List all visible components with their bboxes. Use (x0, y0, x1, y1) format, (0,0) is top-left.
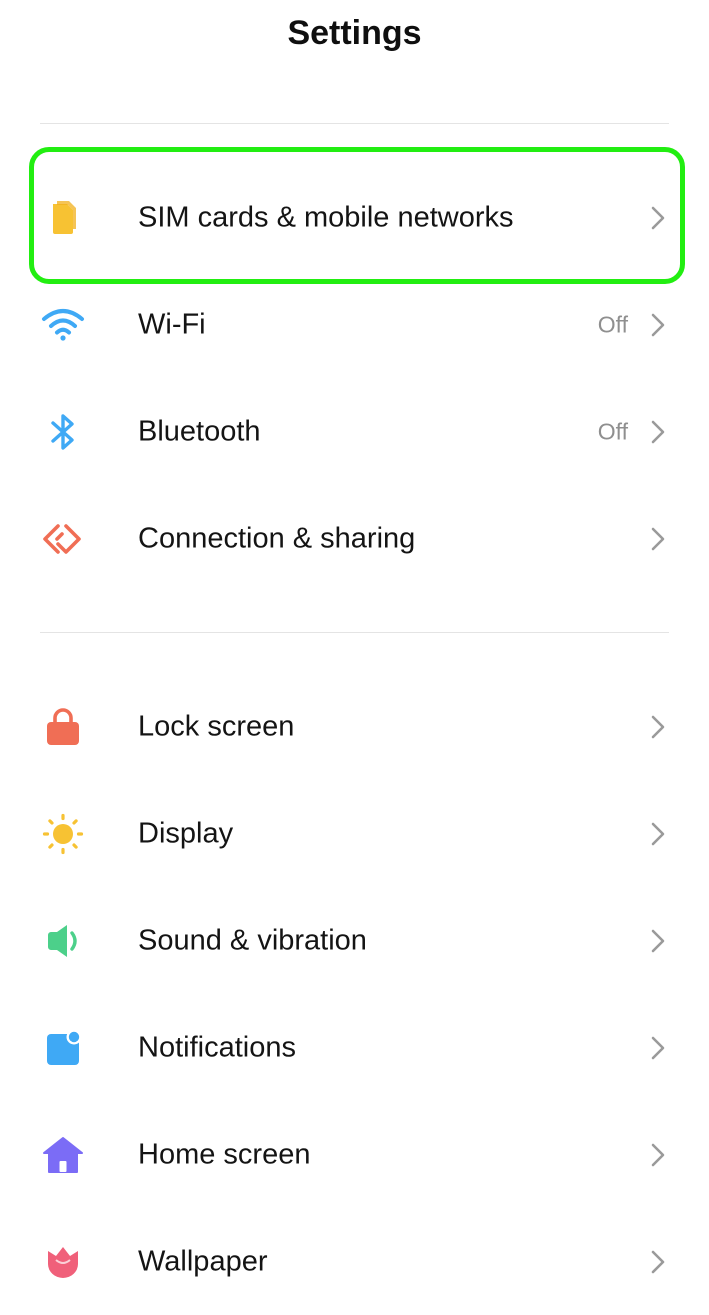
divider-top (40, 123, 669, 124)
settings-item-label: Display (138, 817, 234, 849)
wifi-icon (40, 302, 86, 348)
settings-item-label: Lock screen (138, 710, 295, 742)
settings-item-sound[interactable]: Sound & vibration (0, 887, 709, 994)
chevron-right-icon (647, 417, 669, 447)
settings-item-value: Off (597, 311, 628, 337)
settings-item-value: Off (597, 418, 628, 444)
tulip-icon (40, 1239, 86, 1285)
chevron-right-icon (647, 819, 669, 849)
bluetooth-icon (40, 409, 86, 455)
chevron-right-icon (647, 1140, 669, 1170)
settings-item-label: SIM cards & mobile networks (138, 201, 514, 233)
lock-icon (40, 704, 86, 750)
page-title: Settings (287, 14, 422, 52)
sim-card-icon (40, 195, 86, 241)
settings-item-label: Wi-Fi (138, 308, 206, 340)
home-icon (40, 1132, 86, 1178)
settings-item-wifi[interactable]: Wi-Fi Off (0, 271, 709, 378)
settings-item-connection-sharing[interactable]: Connection & sharing (0, 485, 709, 592)
chevron-right-icon (647, 310, 669, 340)
chevron-right-icon (647, 926, 669, 956)
chevron-right-icon (647, 1033, 669, 1063)
speaker-icon (40, 918, 86, 964)
settings-item-lock-screen[interactable]: Lock screen (0, 673, 709, 780)
chevron-right-icon (647, 203, 669, 233)
settings-item-sim[interactable]: SIM cards & mobile networks (0, 164, 709, 271)
chevron-right-icon (647, 1247, 669, 1277)
sun-icon (40, 811, 86, 857)
settings-item-label: Wallpaper (138, 1245, 268, 1277)
notification-icon (40, 1025, 86, 1071)
settings-item-wallpaper[interactable]: Wallpaper (0, 1208, 709, 1315)
settings-item-label: Connection & sharing (138, 522, 416, 554)
chevron-right-icon (647, 712, 669, 742)
settings-item-home-screen[interactable]: Home screen (0, 1101, 709, 1208)
settings-item-label: Sound & vibration (138, 924, 367, 956)
settings-item-display[interactable]: Display (0, 780, 709, 887)
settings-item-bluetooth[interactable]: Bluetooth Off (0, 378, 709, 485)
settings-item-label: Notifications (138, 1031, 296, 1063)
settings-item-label: Home screen (138, 1138, 311, 1170)
divider-section (40, 632, 669, 633)
chevron-right-icon (647, 524, 669, 554)
connection-sharing-icon (40, 516, 86, 562)
settings-item-notifications[interactable]: Notifications (0, 994, 709, 1101)
settings-item-label: Bluetooth (138, 415, 261, 447)
